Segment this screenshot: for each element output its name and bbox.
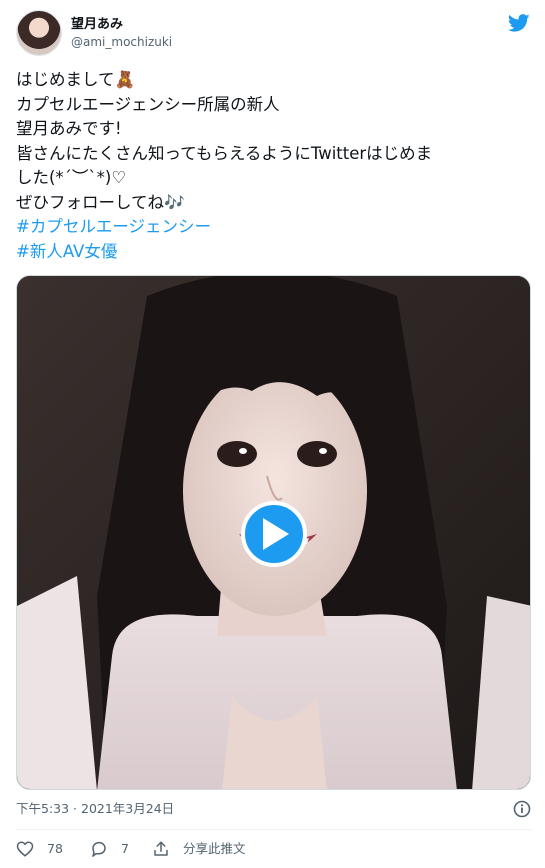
- tweet-line: 望月あみです!: [16, 119, 122, 138]
- display-name[interactable]: 望月あみ: [71, 16, 172, 33]
- divider: [16, 829, 531, 830]
- share-icon: [154, 841, 168, 856]
- reply-button[interactable]: 7: [90, 838, 136, 860]
- tweet-line: はじめまして🧸: [16, 70, 136, 89]
- tweet-line: 皆さんにたくさん知ってもらえるようにTwitterはじめま: [16, 143, 433, 163]
- tweet-header: 望月あみ @ami_mochizuki: [16, 10, 531, 58]
- hashtag-link[interactable]: #新人AV女優: [16, 240, 531, 265]
- play-icon: [263, 518, 289, 550]
- tweet-line: ぜひフォローしてね🎶: [16, 192, 185, 212]
- like-count: 78: [47, 841, 63, 856]
- author-names: 望月あみ @ami_mochizuki: [71, 16, 172, 51]
- share-label: 分享此推文: [183, 841, 246, 856]
- reply-count: 7: [121, 841, 129, 856]
- avatar[interactable]: [16, 10, 62, 56]
- hashtag-link[interactable]: #カプセルエージェンシー: [16, 215, 531, 240]
- share-button[interactable]: 分享此推文: [152, 838, 262, 860]
- like-button[interactable]: 78: [16, 838, 76, 860]
- tweet-line: カプセルエージェンシー所属の新人: [16, 94, 280, 114]
- tweet-meta: 下午5:33 · 2021年3月24日: [16, 798, 531, 820]
- info-icon[interactable]: [513, 800, 531, 818]
- heart-icon: [16, 841, 34, 857]
- tweet-card: 望月あみ @ami_mochizuki はじめまして🧸 カプセルエージェンシー所…: [0, 0, 545, 868]
- twitter-logo-icon[interactable]: [507, 12, 531, 34]
- play-button[interactable]: [241, 501, 307, 567]
- reply-icon: [92, 841, 106, 857]
- timestamp-link[interactable]: 下午5:33 · 2021年3月24日: [16, 801, 174, 816]
- tweet-text: はじめまして🧸 カプセルエージェンシー所属の新人 望月あみです! 皆さんにたくさ…: [16, 68, 531, 264]
- user-handle[interactable]: @ami_mochizuki: [71, 33, 172, 51]
- tweet-line: した(*´︶`*)♡: [16, 168, 127, 187]
